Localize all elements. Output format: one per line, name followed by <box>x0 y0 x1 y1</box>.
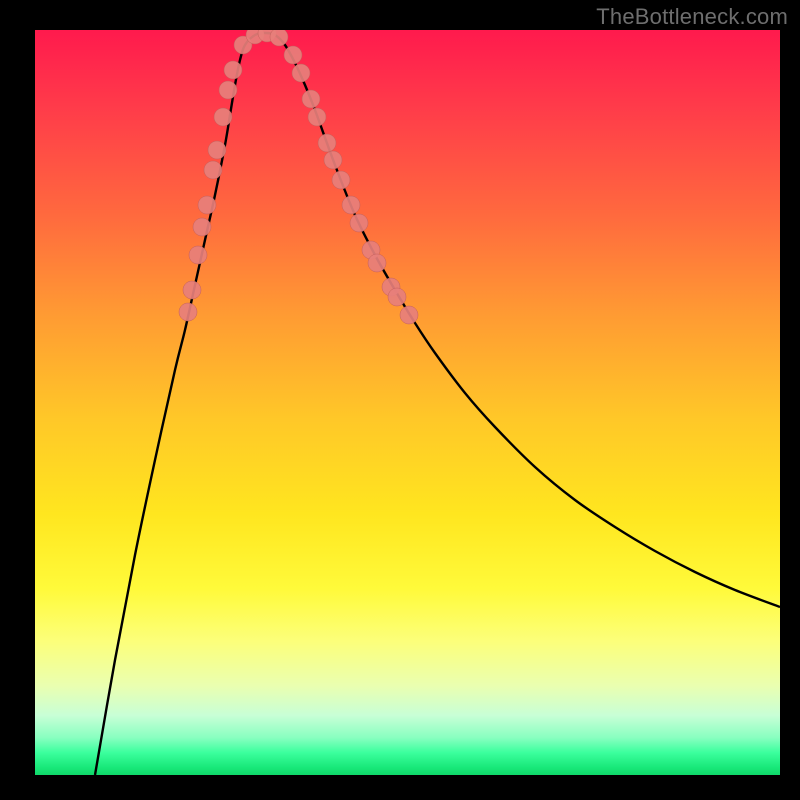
curve-dot <box>318 134 336 152</box>
curve-dot <box>302 90 320 108</box>
bottleneck-curve-svg <box>35 30 780 775</box>
curve-dot <box>219 81 237 99</box>
curve-dot <box>204 161 222 179</box>
watermark-text: TheBottleneck.com <box>596 4 788 30</box>
curve-dot <box>179 303 197 321</box>
curve-dot <box>400 306 418 324</box>
curve-dot <box>350 214 368 232</box>
curve-dot <box>324 151 342 169</box>
curve-dot <box>368 254 386 272</box>
chart-frame: TheBottleneck.com <box>0 0 800 800</box>
curve-dot <box>332 171 350 189</box>
curve-dot <box>208 141 226 159</box>
curve-dot <box>342 196 360 214</box>
curve-dot <box>308 108 326 126</box>
curve-dot <box>183 281 201 299</box>
curve-dot <box>388 288 406 306</box>
curve-dot <box>198 196 216 214</box>
curve-dot <box>292 64 310 82</box>
curve-dot <box>189 246 207 264</box>
curve-dot <box>193 218 211 236</box>
curve-dot <box>284 46 302 64</box>
curve-dot <box>224 61 242 79</box>
curve-marker-dots <box>179 30 418 324</box>
bottleneck-curve <box>95 33 780 775</box>
curve-dot <box>270 30 288 46</box>
chart-plot-area <box>35 30 780 775</box>
curve-dot <box>214 108 232 126</box>
